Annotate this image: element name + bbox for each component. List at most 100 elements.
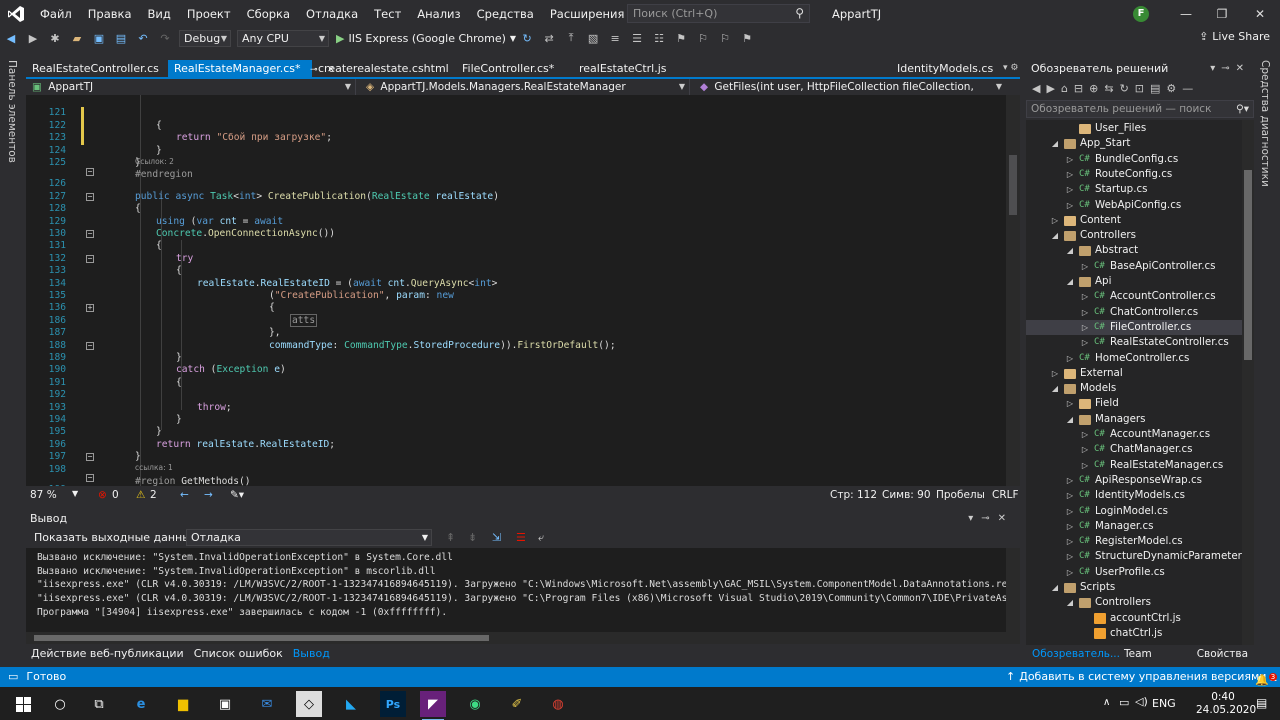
collapse-icon[interactable]: ◢ bbox=[1050, 136, 1060, 151]
next-bookmark-icon[interactable]: ⚐ bbox=[716, 29, 734, 47]
tab-team-explorer[interactable]: Team Explorer... bbox=[1122, 645, 1195, 678]
tree-item[interactable]: ▷ C# AccountController.cs bbox=[1026, 289, 1242, 304]
scrollbar-thumb[interactable] bbox=[1009, 155, 1017, 215]
clear-all-icon[interactable]: ☰ bbox=[516, 528, 526, 548]
tree-item[interactable]: ◢ Controllers bbox=[1026, 228, 1242, 243]
platform-select[interactable]: Any CPU ▼ bbox=[237, 29, 329, 47]
tree-item[interactable]: ◢ Controllers bbox=[1026, 595, 1242, 610]
output-horizontal-scrollbar[interactable] bbox=[26, 632, 1006, 644]
tree-item[interactable]: ▷ C# RegisterModel.cs bbox=[1026, 534, 1242, 549]
tab-web-publish-activity[interactable]: Действие веб-публикации bbox=[26, 644, 189, 664]
new-project-icon[interactable]: ✱ bbox=[46, 29, 64, 47]
tab-properties[interactable]: Свойства bbox=[1195, 645, 1250, 663]
toolbox-tab[interactable]: Панель элементов bbox=[6, 60, 18, 163]
expand-icon[interactable]: ▷ bbox=[1065, 198, 1075, 213]
next-issue-icon[interactable]: → bbox=[204, 489, 213, 501]
network-icon[interactable]: ▭ bbox=[1119, 696, 1129, 709]
volume-icon[interactable]: ◁) bbox=[1135, 695, 1148, 708]
tree-item[interactable]: chatCtrl.js bbox=[1026, 626, 1242, 641]
task-view-icon[interactable]: ⧉ bbox=[86, 691, 112, 717]
tree-item[interactable]: ▷ C# LoginModel.cs bbox=[1026, 504, 1242, 519]
switch-views-icon[interactable]: ⊟ bbox=[1074, 82, 1083, 95]
forward-icon[interactable]: ▶ bbox=[24, 29, 42, 47]
tree-item[interactable]: ◢ Managers bbox=[1026, 412, 1242, 427]
find-message-icon[interactable]: ⇲ bbox=[492, 528, 501, 548]
expand-icon[interactable]: ▷ bbox=[1065, 504, 1075, 519]
mail-icon[interactable]: ✉ bbox=[254, 691, 280, 717]
tab-createrealestate[interactable]: createrealestate.cshtml bbox=[312, 60, 456, 77]
tree-item[interactable]: ▷ C# WebApiConfig.cs bbox=[1026, 198, 1242, 213]
unity-icon[interactable]: ◇ bbox=[296, 691, 322, 717]
bookmark-icon[interactable]: ⚑ bbox=[672, 29, 690, 47]
expand-icon[interactable]: ▷ bbox=[1065, 182, 1075, 197]
expand-icon[interactable]: ▷ bbox=[1050, 213, 1060, 228]
tree-item[interactable]: ▷ Field bbox=[1026, 396, 1242, 411]
tab-realestatectrl[interactable]: realEstateCtrl.js bbox=[573, 60, 891, 77]
scrollbar-thumb[interactable] bbox=[1244, 170, 1252, 360]
expand-icon[interactable]: ▷ bbox=[1065, 152, 1075, 167]
format-icon[interactable]: ≡ bbox=[606, 29, 624, 47]
language-indicator[interactable]: ENG bbox=[1152, 687, 1176, 720]
collapse-icon[interactable]: ◢ bbox=[1065, 243, 1075, 258]
tree-item[interactable]: ▷ C# BundleConfig.cs bbox=[1026, 152, 1242, 167]
output-source-select[interactable]: Отладка ▼ bbox=[186, 529, 432, 546]
save-all-icon[interactable]: ▤ bbox=[112, 29, 130, 47]
goto-next-message-icon[interactable]: ⇟ bbox=[468, 528, 477, 548]
photoshop-icon[interactable]: Ps bbox=[380, 691, 406, 717]
codelens-references[interactable]: Ссылок: 2 bbox=[135, 157, 174, 166]
expand-icon[interactable]: ▷ bbox=[1080, 289, 1090, 304]
back-icon[interactable]: ◀ bbox=[2, 29, 20, 47]
class-dropdown[interactable]: ◈ AppartTJ.Models.Managers.RealEstateMan… bbox=[360, 79, 690, 95]
tree-item[interactable]: ◢ Scripts bbox=[1026, 580, 1242, 595]
tab-realestatemanager[interactable]: RealEstateManager.cs* ⊸ ✕ bbox=[168, 60, 335, 77]
store-icon[interactable]: ▣ bbox=[212, 691, 238, 717]
quick-search-input[interactable]: Поиск (Ctrl+Q) ⚲ bbox=[627, 4, 810, 23]
output-log[interactable]: Вызвано исключение: "System.InvalidOpera… bbox=[26, 548, 1020, 644]
tree-item[interactable]: ▷ C# UserProfile.cs bbox=[1026, 565, 1242, 580]
member-dropdown[interactable]: ◆ GetFiles(int user, HttpFileCollection … bbox=[694, 79, 1006, 109]
visual-studio-icon[interactable]: ◤ bbox=[420, 691, 446, 720]
expand-icon[interactable]: ▷ bbox=[1080, 458, 1090, 473]
user-avatar[interactable]: F bbox=[1133, 6, 1149, 22]
refresh-icon[interactable]: ↻ bbox=[518, 29, 536, 47]
tray-expand-icon[interactable]: ∧ bbox=[1103, 697, 1110, 708]
collapse-icon[interactable]: ◢ bbox=[1065, 595, 1075, 610]
properties-icon[interactable]: ⚙ bbox=[1166, 82, 1176, 95]
expand-icon[interactable]: ▷ bbox=[1065, 396, 1075, 411]
expand-icon[interactable]: ▷ bbox=[1065, 488, 1075, 503]
solution-explorer-search-input[interactable]: Обозреватель решений — поиск (Ctrl+x) ⚲▾ bbox=[1026, 100, 1254, 131]
tree-item[interactable]: ◢ Models bbox=[1026, 381, 1242, 396]
tab-error-list[interactable]: Список ошибок bbox=[189, 644, 288, 664]
expand-icon[interactable]: ▷ bbox=[1080, 427, 1090, 442]
vscode-icon[interactable]: ◣ bbox=[338, 691, 364, 717]
tree-item[interactable]: ▷ C# Manager.cs bbox=[1026, 519, 1242, 534]
scrollbar-thumb[interactable] bbox=[34, 635, 489, 641]
preview-icon[interactable]: — bbox=[1182, 82, 1193, 95]
clock[interactable]: 0:40 24.05.2020 bbox=[1196, 691, 1256, 717]
tree-item[interactable]: ▷ C# Startup.cs bbox=[1026, 182, 1242, 197]
tree-item[interactable]: User_Files bbox=[1026, 121, 1242, 136]
tree-item[interactable]: ▷ External bbox=[1026, 366, 1242, 381]
tree-item[interactable]: ▷ C# ChatManager.cs bbox=[1026, 442, 1242, 457]
pending-changes-icon[interactable]: ⊕ bbox=[1089, 82, 1098, 95]
tree-item[interactable]: ▷ C# ChatController.cs bbox=[1026, 305, 1242, 320]
tree-item[interactable]: ▷ C# ApiResponseWrap.cs bbox=[1026, 473, 1242, 488]
tree-item[interactable]: ◢ Api bbox=[1026, 274, 1242, 289]
back-icon[interactable]: ◀ bbox=[1032, 82, 1040, 95]
tree-item[interactable]: ▷ C# BaseApiController.cs bbox=[1026, 259, 1242, 274]
chrome-icon[interactable]: ◍ bbox=[545, 691, 571, 717]
expand-icon[interactable]: ▷ bbox=[1065, 473, 1075, 488]
open-folder-icon[interactable]: ▰ bbox=[68, 29, 86, 47]
prev-issue-icon[interactable]: ← bbox=[180, 489, 189, 501]
expand-icon[interactable]: ▷ bbox=[1065, 351, 1075, 366]
word-wrap-icon[interactable]: ⤶ bbox=[538, 528, 544, 548]
tab-output[interactable]: Вывод bbox=[288, 644, 335, 664]
whitespace-mode[interactable]: Пробелы bbox=[936, 489, 985, 501]
action-center-icon[interactable]: ▤ bbox=[1256, 696, 1267, 710]
code-cleanup-icon[interactable]: ✎▾ bbox=[230, 489, 244, 501]
expand-icon[interactable]: ▷ bbox=[1080, 320, 1090, 335]
warning-count[interactable]: 2 bbox=[150, 489, 157, 501]
menu-tools[interactable]: Средства bbox=[469, 0, 542, 28]
sync-icon[interactable]: ⇆ bbox=[1104, 82, 1113, 95]
live-share-button[interactable]: ⇪ Live Share bbox=[1199, 30, 1270, 43]
